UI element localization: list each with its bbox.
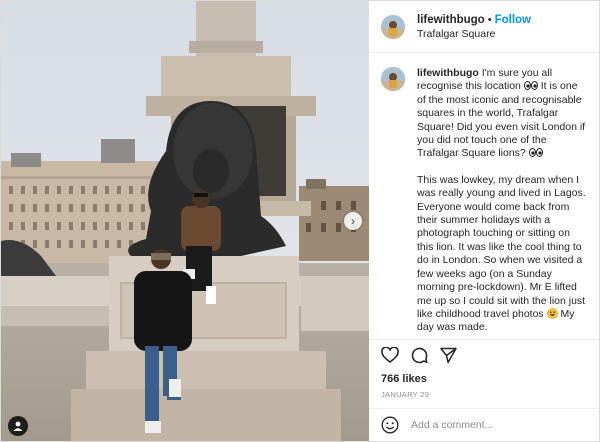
heart-icon[interactable] (381, 347, 399, 363)
avatar-image (381, 14, 405, 39)
post-date: JANUARY 29 (381, 390, 430, 399)
caption-username-link[interactable]: lifewithbugo (417, 67, 479, 79)
tagged-users-button[interactable] (8, 416, 28, 436)
instagram-post: › lifewithbugo • Follow Trafalgar Square… (0, 0, 600, 442)
caption-paragraph-2: This was lowkey, my dream when I was rea… (417, 174, 587, 335)
share-icon[interactable] (440, 347, 457, 364)
eyes-emoji-icon (523, 81, 538, 91)
caption-text-segment: This was lowkey, my dream when I was rea… (417, 173, 586, 320)
likes-count[interactable]: 766 likes (369, 370, 599, 388)
caption-text: lifewithbugo I'm sure you all recognise … (417, 67, 587, 337)
username-link[interactable]: lifewithbugo (417, 14, 485, 26)
post-sidebar: lifewithbugo • Follow Trafalgar Square lif… (369, 1, 599, 441)
comment-bar: Add a comment... (369, 408, 599, 441)
follow-button[interactable]: Follow (495, 14, 531, 26)
comment-input[interactable]: Add a comment... (411, 419, 493, 431)
header-text: lifewithbugo • Follow Trafalgar Square (417, 12, 531, 41)
chevron-right-icon: › (351, 214, 355, 228)
user-tag-icon (13, 421, 23, 431)
grinning-emoji-icon (546, 308, 558, 319)
location-link[interactable]: Trafalgar Square (417, 27, 531, 41)
post-header: lifewithbugo • Follow Trafalgar Square (369, 1, 599, 53)
comment-icon[interactable] (411, 347, 428, 364)
avatar[interactable] (381, 14, 405, 39)
avatar-image (381, 67, 405, 91)
caption-paragraph-1: lifewithbugo I'm sure you all recognise … (417, 67, 587, 161)
trafalgar-square-photo (1, 1, 369, 441)
eyes-emoji-icon (528, 148, 543, 158)
action-bar (369, 339, 599, 370)
separator-dot: • (487, 14, 492, 26)
caption-avatar[interactable] (381, 67, 405, 91)
caption: lifewithbugo I'm sure you all recognise … (369, 53, 599, 337)
next-photo-button[interactable]: › (344, 212, 362, 230)
emoji-icon[interactable] (381, 416, 399, 434)
post-image[interactable]: › (1, 1, 369, 441)
